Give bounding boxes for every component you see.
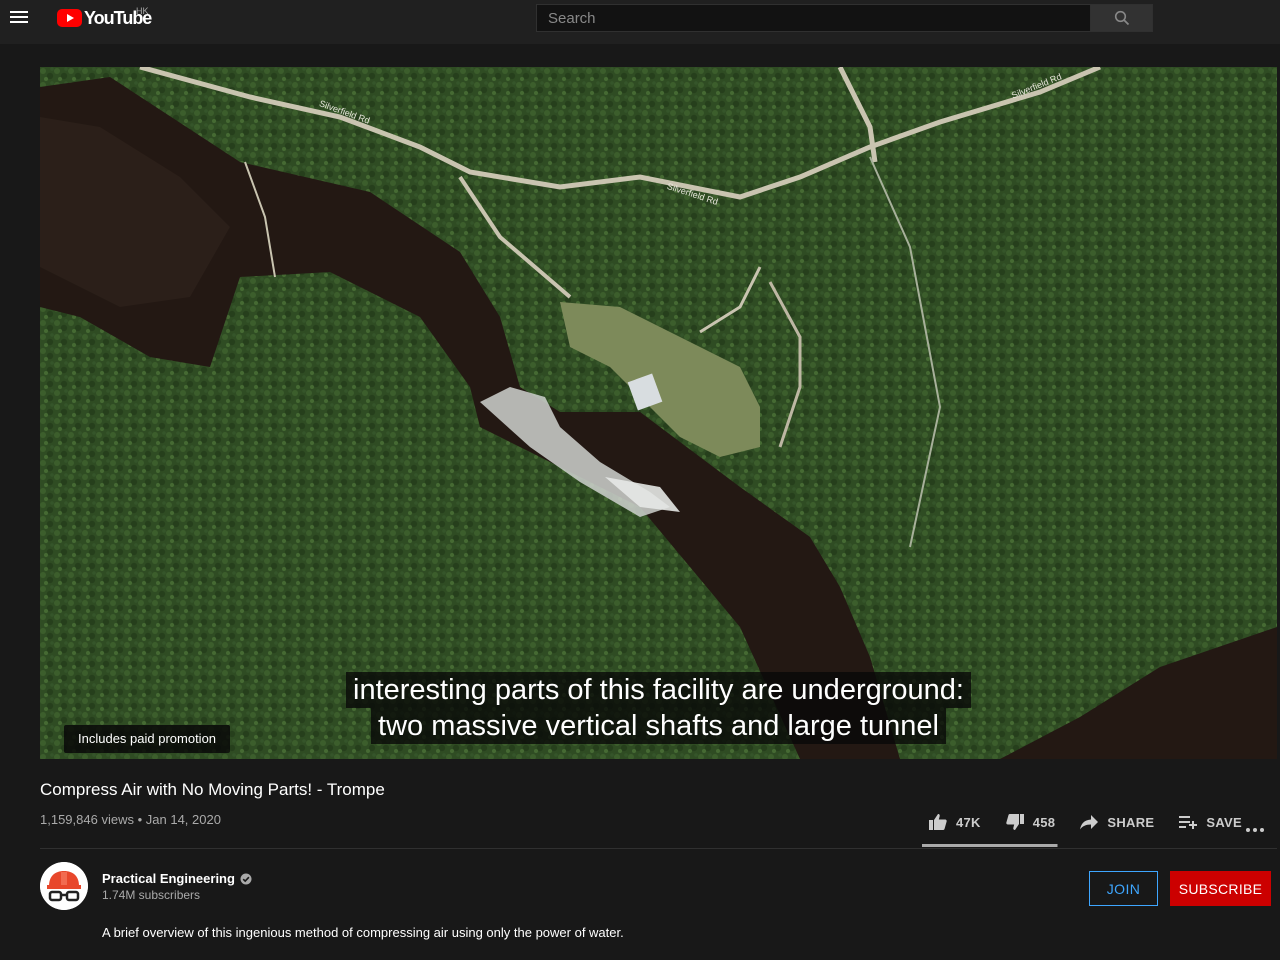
dislike-count: 458 [1032,814,1056,830]
search-button[interactable] [1090,4,1153,32]
masthead: YouTube HK [0,0,1280,44]
region-code: HK [136,6,149,16]
section-divider [40,848,1277,849]
video-actions: 47K 458 SHARE SAVE [928,806,1266,838]
more-horizontal-icon [1246,828,1264,832]
video-meta: 1,159,846 views • Jan 14, 2020 [40,812,221,827]
playlist-add-icon [1179,816,1198,829]
sentiment-bar-fill [922,844,1057,847]
view-count: 1,159,846 views [40,812,134,827]
subscribe-button[interactable]: SUBSCRIBE [1170,871,1271,906]
dislike-button[interactable]: 458 [1005,813,1056,831]
meta-separator: • [137,812,143,827]
channel-name-link[interactable]: Practical Engineering [102,871,235,886]
share-button[interactable]: SHARE [1079,814,1154,830]
share-arrow-icon [1080,815,1099,830]
like-dislike-sentiment-bar [922,844,1058,847]
more-actions-button[interactable] [1245,820,1265,838]
like-button[interactable]: 47K [928,813,981,831]
channel-name-row: Practical Engineering [102,871,252,886]
video-player[interactable]: Includes paid promotion interesting part… [40,67,1277,759]
closed-captions: interesting parts of this facility are u… [40,672,1277,744]
save-button[interactable]: SAVE [1178,814,1242,830]
video-title: Compress Air with No Moving Parts! - Tro… [40,780,385,799]
subscriber-count: 1.74M subscribers [102,888,201,902]
thumbs-down-icon [1006,814,1024,830]
join-button[interactable]: JOIN [1089,871,1158,906]
hamburger-menu-icon[interactable] [10,8,34,28]
video-description: A brief overview of this ingenious metho… [102,925,624,940]
caption-line: two massive vertical shafts and large tu… [371,708,946,744]
caption-line: interesting parts of this facility are u… [346,672,971,708]
search-input[interactable] [536,4,1090,32]
channel-avatar[interactable] [40,862,88,910]
search-icon [1114,10,1129,26]
upload-date: Jan 14, 2020 [145,812,221,827]
video-frame-satellite-view [40,67,1277,759]
thumbs-up-icon [929,814,947,830]
youtube-play-icon [57,9,82,27]
like-count: 47K [956,814,981,830]
hard-hat-logo-icon [40,862,88,910]
verified-check-icon [240,873,252,884]
save-label: SAVE [1206,814,1242,830]
share-label: SHARE [1107,814,1155,830]
